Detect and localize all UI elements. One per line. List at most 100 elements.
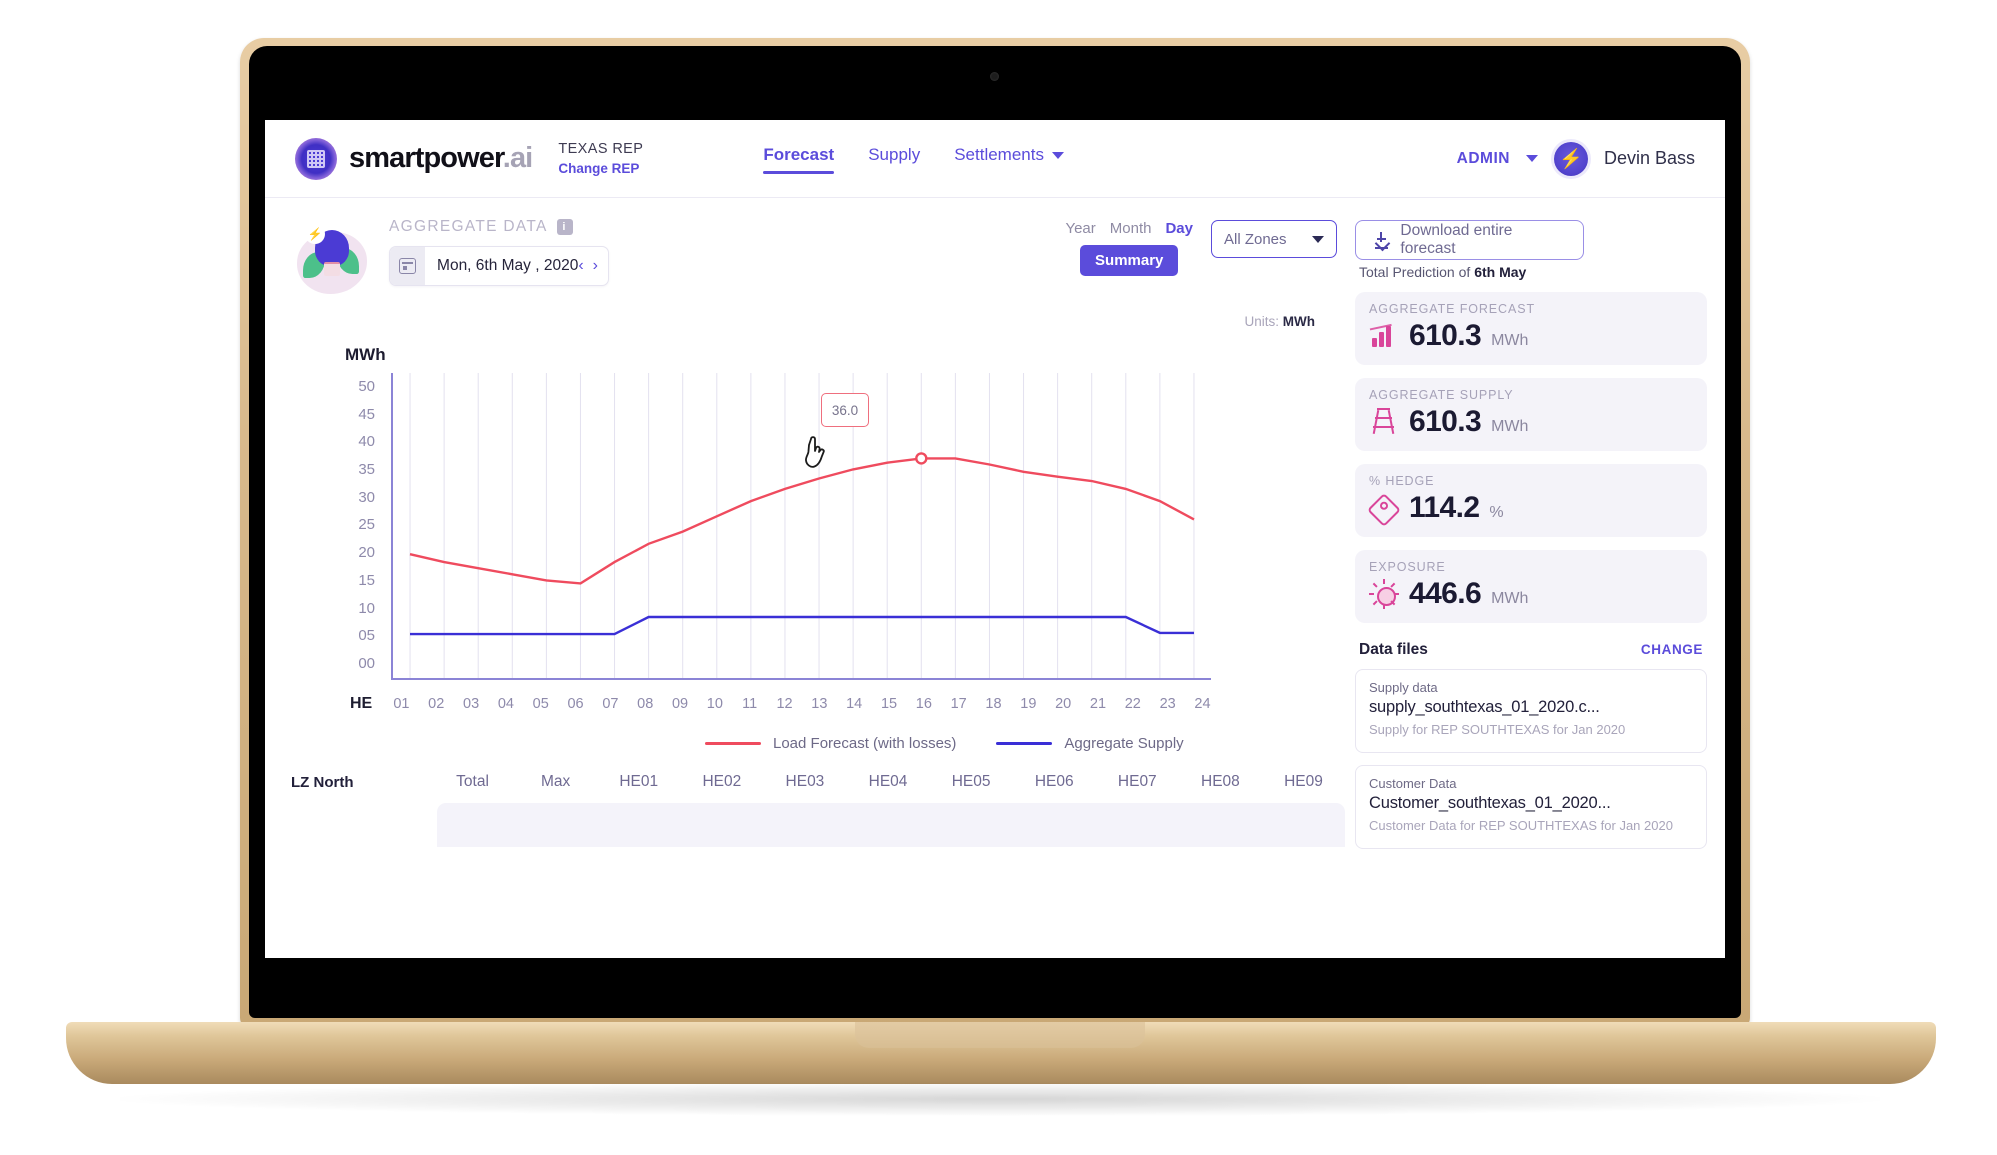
- chart-plot-area[interactable]: [391, 373, 1211, 680]
- x-axis-tick: 19: [1020, 696, 1037, 712]
- summary-panel: Download entire forecast Total Predictio…: [1345, 198, 1725, 861]
- legend-swatch-aggregate-supply: [996, 742, 1053, 745]
- metric-card-aggregate-forecast: AGGREGATE FORECAST 610.3 MWh: [1355, 292, 1707, 365]
- table-column-header[interactable]: HE02: [680, 773, 763, 791]
- x-axis-tick: 15: [880, 696, 898, 712]
- chart-tooltip: 36.0: [821, 393, 869, 427]
- chart-svg: [409, 373, 1195, 678]
- period-month[interactable]: Month: [1110, 220, 1152, 237]
- admin-menu-label[interactable]: ADMIN: [1457, 150, 1510, 168]
- change-rep-link[interactable]: Change REP: [558, 161, 643, 178]
- table-column-header[interactable]: HE05: [930, 773, 1013, 791]
- download-button-label: Download entire forecast: [1400, 222, 1513, 257]
- metric-card-exposure: EXPOSURE 446.6 MWh: [1355, 550, 1707, 623]
- file-card-customer-data[interactable]: Customer Data Customer_southtexas_01_202…: [1355, 764, 1707, 849]
- total-prediction-date: 6th May: [1474, 264, 1527, 280]
- y-axis-tick: 40: [358, 433, 375, 451]
- x-axis-tick: 14: [846, 696, 863, 712]
- metric-row: 114.2 %: [1367, 491, 1693, 527]
- app-header: smartpower.ai TEXAS REP Change REP Forec…: [265, 120, 1725, 198]
- x-axis-tick: 11: [742, 696, 758, 712]
- legend-swatch-load-forecast: [705, 742, 761, 745]
- metric-card-aggregate-supply: AGGREGATE SUPPLY 610.3 MWh: [1355, 378, 1707, 451]
- browser-viewport: smartpower.ai TEXAS REP Change REP Forec…: [265, 120, 1725, 958]
- brand-logo-block[interactable]: smartpower.ai: [295, 137, 533, 180]
- period-row: Year Month Day: [1065, 220, 1193, 237]
- chevron-down-icon: [1051, 151, 1064, 159]
- download-entire-forecast-button[interactable]: Download entire forecast: [1355, 220, 1584, 260]
- table-column-header[interactable]: HE01: [597, 773, 680, 791]
- metric-row: 610.3 MWh: [1369, 405, 1693, 439]
- laptop-mockup: smartpower.ai TEXAS REP Change REP Forec…: [0, 0, 1997, 1155]
- file-name: Customer_southtexas_01_2020...: [1369, 793, 1611, 812]
- date-nav-group: ‹ ›: [578, 258, 608, 274]
- table-column-header[interactable]: Max: [514, 773, 597, 791]
- total-prediction-prefix: Total Prediction of: [1359, 264, 1471, 280]
- x-axis-tick: 16: [915, 696, 932, 712]
- info-icon[interactable]: i: [556, 219, 573, 235]
- next-day-chevron-right-icon[interactable]: ›: [593, 258, 598, 274]
- avatar[interactable]: ⚡: [1553, 141, 1588, 176]
- app-body: ⚡ AGGREGATE DATA i Mon, 6th May , 2020 ‹…: [265, 198, 1725, 861]
- chevron-down-icon[interactable]: [1525, 155, 1538, 162]
- y-axis-tick: 45: [358, 405, 375, 423]
- legend-label-load-forecast: Load Forecast (with losses): [773, 735, 957, 752]
- y-axis-tick: 15: [358, 571, 375, 589]
- period-day[interactable]: Day: [1165, 220, 1193, 237]
- change-files-link[interactable]: CHANGE: [1641, 642, 1703, 657]
- metric-unit: MWh: [1491, 418, 1529, 435]
- x-axis-tick: 24: [1194, 696, 1211, 712]
- x-axis-tick: 22: [1124, 696, 1141, 712]
- x-axis: HE 01 02 03 04 05 06 07 08 09 10 11 12 13 14 15 16 17 18 1…: [350, 695, 1220, 713]
- lightbulb-illustration-icon: ⚡: [291, 222, 375, 300]
- table-header-row: LZ North Total Max HE01 HE02 HE03 HE04 HE05 HE0…: [291, 773, 1345, 791]
- chart-legend: Load Forecast (with losses) Aggregate Su…: [705, 735, 1184, 752]
- table-column-header[interactable]: Total: [431, 773, 514, 791]
- chart-gridlines: [409, 373, 1195, 678]
- y-axis-unit-label: MWh: [345, 345, 386, 364]
- laptop-latch-notch: [855, 1022, 1145, 1048]
- y-axis-tick: 05: [358, 627, 375, 645]
- nav-item-forecast[interactable]: Forecast: [763, 145, 835, 174]
- chart-tooltip-value: 36.0: [831, 402, 859, 418]
- prev-day-chevron-left-icon[interactable]: ‹: [578, 258, 583, 274]
- nav-item-supply[interactable]: Supply: [868, 145, 920, 172]
- legend-item-load-forecast[interactable]: Load Forecast (with losses): [705, 735, 956, 752]
- chevron-down-icon: [1312, 235, 1324, 243]
- zone-select[interactable]: All Zones: [1211, 220, 1337, 258]
- main-nav: Forecast Supply Settlements: [763, 145, 1064, 174]
- chart-toolbar: Year Month Day Summary All Zones: [1065, 218, 1345, 276]
- data-files-header: Data files CHANGE: [1359, 641, 1703, 659]
- nav-label-forecast: Forecast: [763, 145, 835, 164]
- date-picker[interactable]: Mon, 6th May , 2020 ‹ ›: [389, 246, 609, 286]
- table-column-header[interactable]: HE06: [1013, 773, 1096, 791]
- controls-row: ⚡ AGGREGATE DATA i Mon, 6th May , 2020 ‹…: [265, 198, 1345, 300]
- metric-value: 446.6: [1409, 577, 1482, 610]
- units-prefix: Units:: [1244, 314, 1279, 329]
- transmission-tower-icon: [1369, 407, 1399, 437]
- file-description: Customer Data for REP SOUTHTEXAS for Jan…: [1369, 817, 1673, 833]
- calendar-icon-box: [390, 247, 426, 285]
- units-line: Units: MWh: [265, 300, 1345, 329]
- x-axis-tick: 01: [393, 696, 410, 712]
- x-axis-tick: 13: [811, 696, 828, 712]
- table-column-header[interactable]: HE09: [1262, 773, 1345, 791]
- metric-row: 610.3 MWh: [1369, 319, 1693, 353]
- table-column-header[interactable]: HE07: [1096, 773, 1179, 791]
- table-column-header[interactable]: HE08: [1179, 773, 1262, 791]
- file-card-supply-data[interactable]: Supply data supply_southtexas_01_2020.c.…: [1355, 669, 1707, 753]
- table-column-header[interactable]: HE04: [846, 773, 929, 791]
- rep-name: TEXAS REP: [558, 140, 644, 157]
- period-year[interactable]: Year: [1065, 220, 1095, 237]
- x-axis-tick: 12: [776, 696, 793, 712]
- download-icon: [1374, 231, 1391, 251]
- aggregate-data-block: AGGREGATE DATA i Mon, 6th May , 2020 ‹ ›: [389, 218, 609, 286]
- summary-button[interactable]: Summary: [1080, 245, 1179, 276]
- nav-item-settlements[interactable]: Settlements: [954, 145, 1064, 172]
- x-axis-tick: 21: [1089, 696, 1107, 712]
- x-axis-tick: 09: [671, 696, 689, 712]
- metric-value: 114.2: [1409, 491, 1480, 524]
- legend-item-aggregate-supply[interactable]: Aggregate Supply: [996, 735, 1184, 752]
- x-axis-label-he: HE: [350, 695, 373, 712]
- table-column-header[interactable]: HE03: [763, 773, 846, 791]
